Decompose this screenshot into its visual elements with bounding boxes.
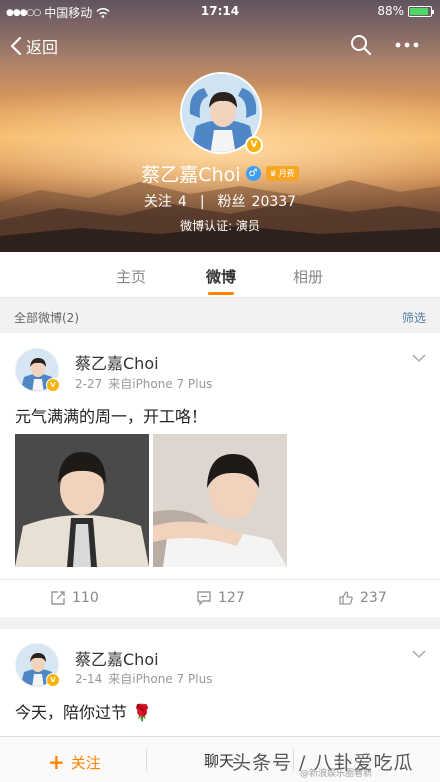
post-author[interactable]: 蔡乙嘉Choi	[75, 350, 159, 374]
filter-button[interactable]: 筛选	[402, 309, 426, 326]
chevron-down-icon[interactable]	[412, 649, 426, 659]
crown-icon: ♛	[269, 169, 277, 178]
comment-count: 127	[218, 590, 245, 606]
plus-icon: +	[48, 750, 65, 774]
post-text: 元气满满的周一，开工咯！	[15, 407, 208, 426]
post-source[interactable]: 来自iPhone 7 Plus	[108, 672, 212, 686]
comment-icon	[197, 591, 211, 606]
followers-count[interactable]: 20337	[252, 194, 297, 210]
post-card[interactable]: V 蔡乙嘉Choi 2-14 来自iPhone 7 Plus 今天，陪你过节 🌹	[0, 629, 440, 739]
profile-name: 蔡乙嘉Choi	[141, 164, 241, 186]
watermark-sub: @新浪娱乐圈看新	[300, 769, 373, 779]
post-author[interactable]: 蔡乙嘉Choi	[75, 646, 159, 670]
rose-emoji: 🌹	[132, 703, 153, 722]
search-icon[interactable]	[350, 34, 372, 56]
post-source[interactable]: 来自iPhone 7 Plus	[108, 377, 212, 391]
vip-label: 月费	[278, 169, 295, 178]
following-count[interactable]: 4	[178, 194, 187, 210]
photo-portrait	[153, 434, 287, 567]
vip-badge[interactable]: ♛ 月费	[265, 166, 299, 181]
certification-text: 微博认证: 演员	[180, 219, 260, 233]
post-meta: 2-27 来自iPhone 7 Plus	[75, 375, 212, 392]
verified-badge: V	[245, 136, 263, 154]
all-posts-label: 全部微博(2)	[14, 311, 79, 325]
chevron-down-icon[interactable]	[412, 353, 426, 363]
verified-badge: V	[46, 673, 60, 687]
repost-icon	[51, 591, 65, 605]
post-actions: 110 127 237	[0, 579, 440, 617]
verified-badge: V	[46, 378, 60, 392]
follow-button[interactable]: + 关注	[48, 750, 101, 774]
chat-button[interactable]: 聊天	[204, 750, 234, 771]
post-text-body: 今天，陪你过节	[15, 703, 128, 722]
battery-icon	[408, 5, 434, 17]
like-count: 237	[360, 590, 387, 606]
active-tab-indicator	[208, 292, 234, 295]
back-button[interactable]: 返回	[10, 34, 58, 58]
post-card[interactable]: V 蔡乙嘉Choi 2-27 来自iPhone 7 Plus 元气满满的周一，开工…	[0, 333, 440, 617]
post-date: 2-14	[75, 672, 103, 686]
tab-weibo[interactable]: 微博	[191, 266, 251, 287]
follow-counts: 关注 4 | 粉丝 20337	[0, 191, 440, 211]
post-meta: 2-14 来自iPhone 7 Plus	[75, 670, 212, 687]
comment-button[interactable]: 127	[196, 590, 245, 606]
chevron-left-icon	[10, 37, 22, 55]
male-icon: ♂	[245, 166, 261, 181]
battery: 88%	[377, 4, 434, 18]
name-row: 蔡乙嘉Choi ♂ ♛ 月费	[0, 160, 440, 187]
battery-fill	[410, 7, 428, 15]
tab-album[interactable]: 相册	[278, 266, 338, 287]
thumbs-up-icon	[339, 591, 353, 605]
battery-percent: 88%	[377, 4, 404, 18]
clock: 17:14	[200, 4, 240, 18]
bar-divider	[146, 749, 147, 771]
back-label: 返回	[26, 38, 59, 57]
followers-label[interactable]: 粉丝	[218, 194, 246, 210]
photo-portrait	[15, 434, 149, 567]
follow-label: 关注	[70, 753, 101, 772]
count-separator: |	[199, 194, 205, 210]
feed-filter-bar: 全部微博(2) 筛选	[0, 300, 440, 332]
repost-button[interactable]: 110	[50, 590, 99, 606]
post-date: 2-27	[75, 377, 103, 391]
more-icon[interactable]	[394, 36, 420, 54]
status-bar: ●●●○○ 中国移动 17:14 88%	[0, 0, 440, 22]
following-label[interactable]: 关注	[144, 194, 172, 210]
like-button[interactable]: 237	[338, 590, 387, 606]
tab-home[interactable]: 主页	[101, 266, 161, 287]
profile-header: ●●●○○ 中国移动 17:14 88% 返回 V 蔡乙嘉Choi ♂ ♛月费	[0, 0, 440, 252]
post-text: 今天，陪你过节 🌹	[15, 699, 152, 723]
chat-label: 聊天	[204, 752, 235, 770]
post-photo[interactable]	[153, 434, 287, 567]
repost-count: 110	[72, 590, 99, 606]
post-photo[interactable]	[15, 434, 149, 567]
